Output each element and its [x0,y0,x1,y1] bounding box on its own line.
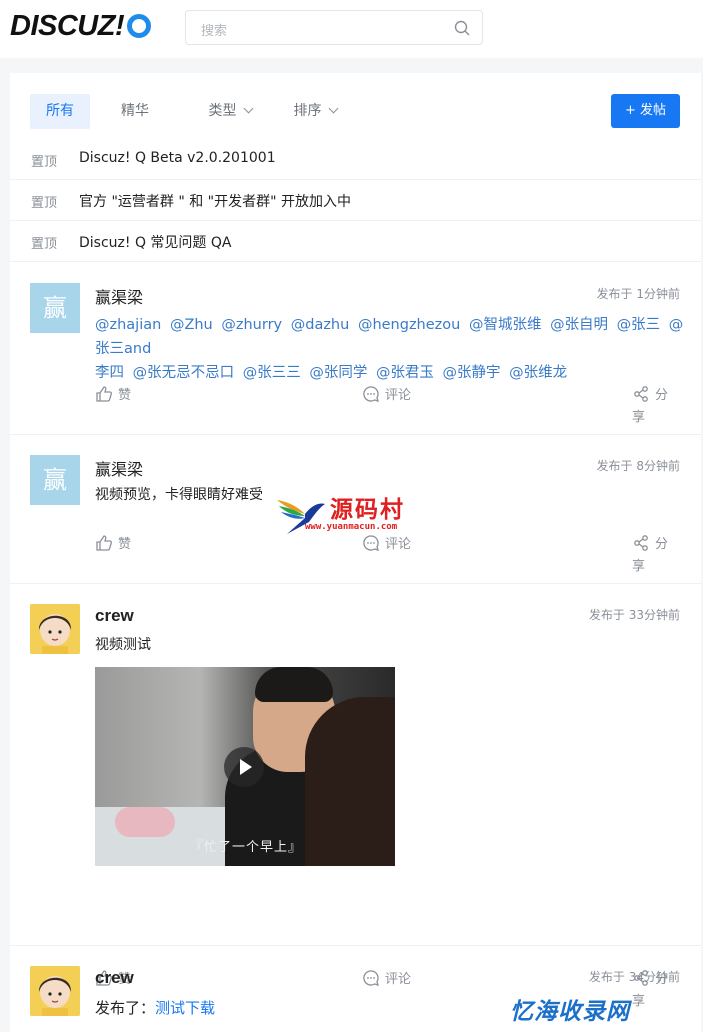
share-button[interactable]: 分享 [632,385,680,425]
like-label: 赞 [118,537,132,552]
comment-icon [363,386,379,402]
video-frame [255,667,333,702]
watermark-url: www.yuanmacun.com [305,522,398,532]
watermark-yihai: 忆海收录网 [510,999,630,1025]
tab-type[interactable]: 类型 [200,94,260,129]
cartoon-avatar-icon [30,966,80,1016]
thumbs-up-icon [96,535,113,551]
sticky-tag: 置顶 [31,196,58,211]
mention-link[interactable]: @张静宇 [443,365,501,381]
mention-link[interactable]: @hengzhezou [358,317,460,333]
sticky-row[interactable]: 置顶 Discuz! Q 常见问题 QA [10,221,701,262]
author-name[interactable]: 赢渠梁 [95,456,143,480]
sticky-title[interactable]: 官方 "运营者群 " 和 "开发者群" 开放加入中 [79,191,351,211]
author-name[interactable]: crew [95,606,134,626]
search-icon[interactable] [454,20,470,36]
search-box[interactable]: 搜索 [185,10,483,45]
new-post-button[interactable]: + 发帖 [611,94,680,128]
like-button[interactable]: 赞 [95,534,131,556]
mention-link[interactable]: @张三 [617,317,661,333]
thread-content[interactable]: 视频测试 [95,633,151,657]
tab-essence[interactable]: 精华 [108,94,162,129]
play-icon[interactable] [224,747,264,787]
post-time: 发布于 33分钟前 [588,608,680,622]
mention-link[interactable]: @张无忌不忌口 [133,365,235,381]
mention-link[interactable]: @Zhu [170,317,213,333]
thread-item[interactable]: 赢 赢渠梁 发布于 1分钟前 @zhajian @Zhu @zhurry @da… [10,262,701,435]
mention-link[interactable]: @智城张维 [469,317,542,333]
tab-sort[interactable]: 排序 [285,94,345,129]
thread-actions: 赞 评论 分享 [95,385,680,425]
avatar[interactable]: 赢 [30,283,80,333]
thread-list-panel: 所有 精华 类型 排序 + 发帖 置顶 Discuz! Q Beta v2.0.… [10,73,701,1032]
cartoon-avatar-icon [30,604,80,654]
avatar[interactable]: 赢 [30,455,80,505]
tab-sort-label: 排序 [293,103,322,119]
video-subtitle: 『忙了一个早上』 [190,840,303,855]
search-input[interactable]: 搜索 [201,20,227,39]
download-link[interactable]: 测试下载 [155,999,215,1017]
tab-all[interactable]: 所有 [30,94,90,129]
site-logo[interactable]: DISCUZ! [10,10,152,43]
comment-button[interactable]: 评论 [362,385,411,407]
chevron-down-icon [328,103,338,114]
chevron-down-icon [243,103,253,114]
thumbs-up-icon [96,386,113,402]
share-icon [634,535,648,551]
thread-content[interactable]: 视频预览，卡得眼睛好难受 [95,483,263,507]
top-header: DISCUZ! 搜索 [0,0,703,58]
mention-link[interactable]: @张君玉 [376,365,434,381]
tab-type-label: 类型 [208,103,237,119]
sticky-title[interactable]: Discuz! Q Beta v2.0.201001 [79,150,276,166]
share-button[interactable]: 分享 [632,534,680,574]
video-player[interactable]: 『忙了一个早上』 [95,667,395,866]
author-name[interactable]: 赢渠梁 [95,284,143,308]
content-prefix: 发布了： [95,999,156,1017]
video-frame [305,697,395,866]
thread-content: 发布了：测试下载 [95,996,215,1020]
sticky-tag: 置顶 [31,155,58,170]
mention-list: @zhajian @Zhu @zhurry @dazhu @hengzhezou… [95,313,685,385]
mention-link[interactable]: @张维龙 [509,365,567,381]
mention-link[interactable]: 李四 [95,365,124,381]
thread-item[interactable]: crew 发布于 33分钟前 视频测试 『忙了一个早上』 赞 评论 分享 [10,584,701,1009]
post-time: 发布于 8分钟前 [596,459,680,473]
like-label: 赞 [118,388,132,403]
logo-text: DISCUZ! [10,10,125,42]
comment-label: 评论 [385,388,412,403]
mention-link[interactable]: @张同学 [309,365,367,381]
mention-link[interactable]: @zhajian [95,317,161,333]
sticky-title[interactable]: Discuz! Q 常见问题 QA [79,232,231,252]
sticky-row[interactable]: 置顶 Discuz! Q Beta v2.0.201001 [10,139,701,180]
mention-link[interactable]: @dazhu [291,317,350,333]
mention-link[interactable]: @zhurry [221,317,282,333]
share-icon [634,386,648,402]
sticky-tag: 置顶 [31,237,58,252]
post-time: 发布于 1分钟前 [596,287,680,301]
avatar[interactable] [30,604,80,654]
mention-link[interactable]: @张三三 [243,365,301,381]
video-frame [115,807,175,837]
avatar[interactable] [30,966,80,1016]
watermark-yuanmacun: 源码村 www.yuanmacun.com [275,490,435,540]
post-time: 发布于 34分钟前 [588,970,680,984]
like-button[interactable]: 赞 [95,385,131,407]
mention-link[interactable]: @张自明 [550,317,608,333]
watermark-text: 源码村 [330,496,405,523]
sticky-row[interactable]: 置顶 官方 "运营者群 " 和 "开发者群" 开放加入中 [10,180,701,221]
author-name[interactable]: crew [95,968,134,988]
logo-q-icon [127,14,152,38]
